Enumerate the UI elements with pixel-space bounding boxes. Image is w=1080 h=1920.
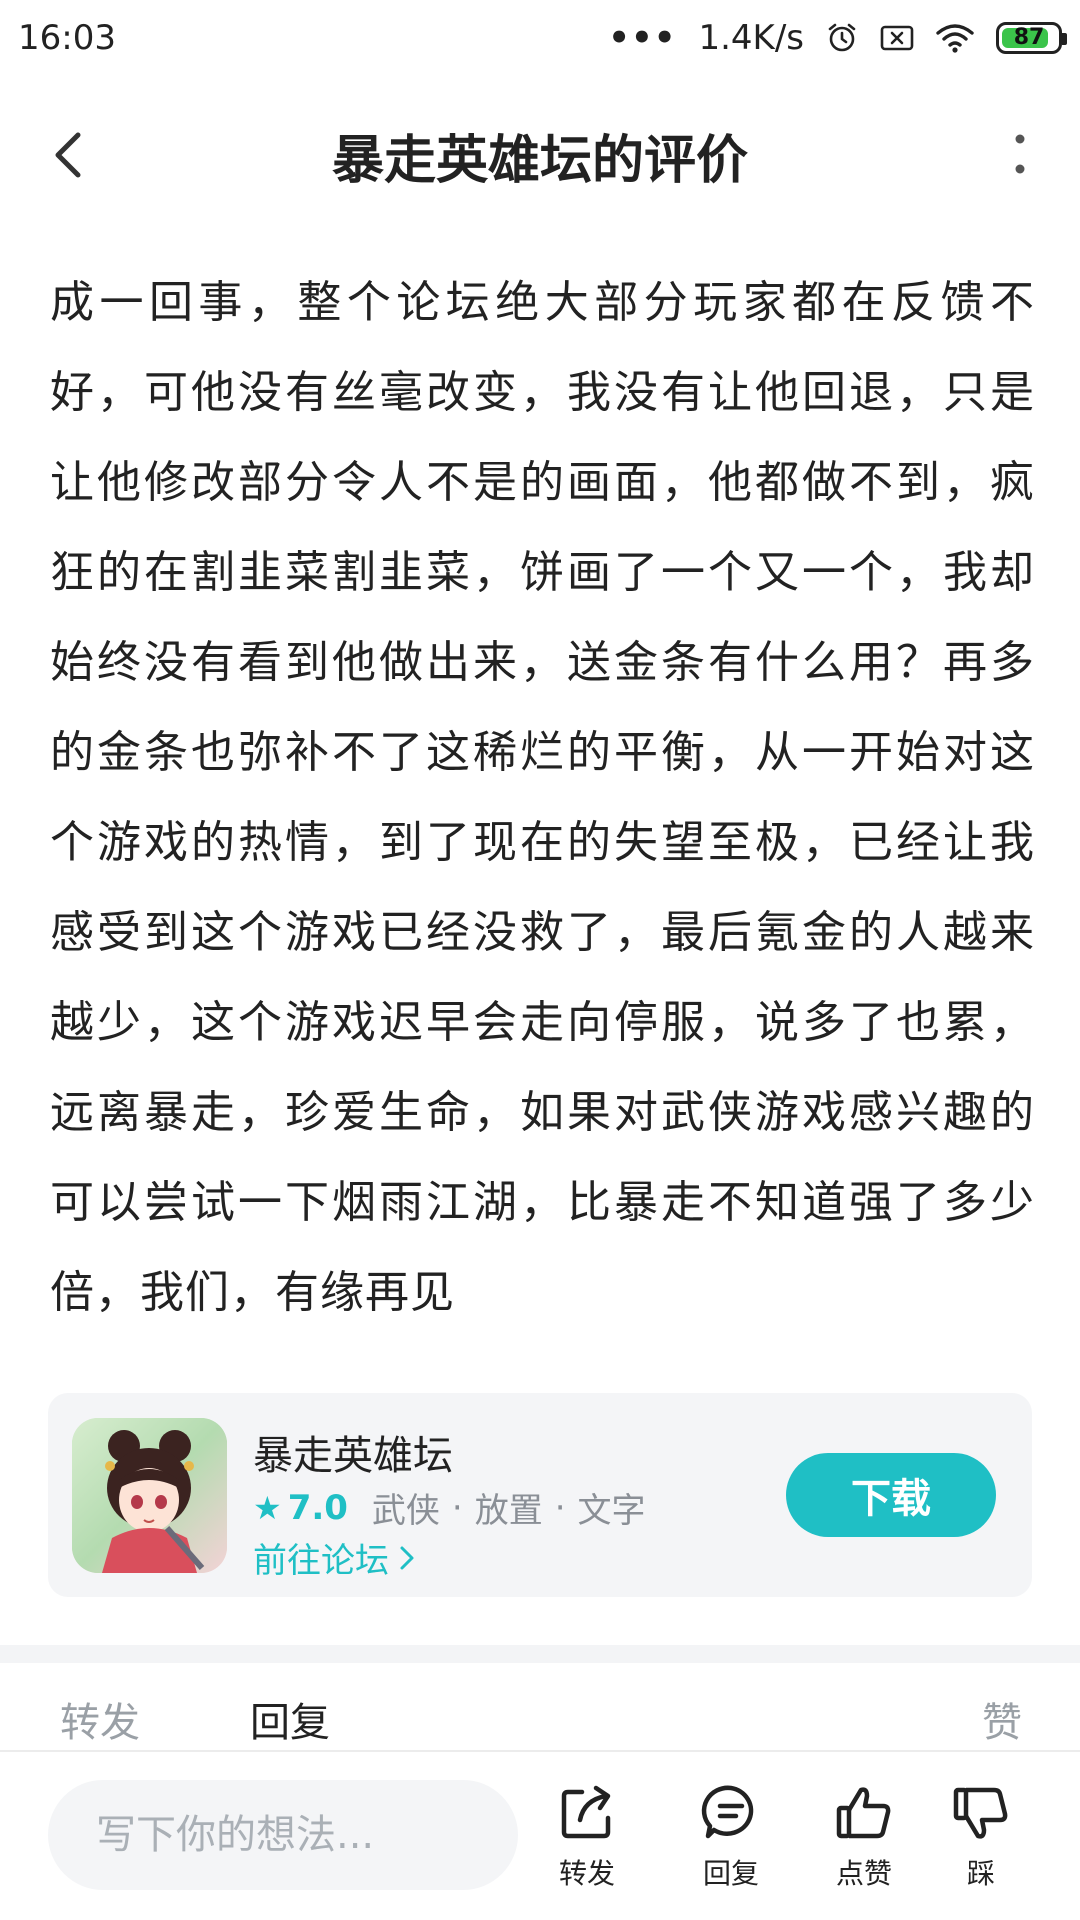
tag-item: 文字 (577, 1491, 646, 1531)
chevron-left-icon[interactable] (40, 125, 100, 185)
more-dots-icon: ••• (608, 17, 677, 58)
dislike-button[interactable]: 踩 (926, 1782, 1036, 1902)
status-time: 16:03 (18, 17, 116, 58)
tab-reply[interactable]: 回复 (250, 1690, 330, 1748)
tab-forward[interactable]: 转发 (60, 1690, 140, 1748)
forum-link-label: 前往论坛 (253, 1541, 389, 1581)
status-icons: ••• 1.4K/s 87 (608, 17, 1067, 58)
alarm-icon (828, 23, 856, 51)
download-button[interactable]: 下载 (786, 1453, 996, 1537)
comment-input[interactable] (48, 1780, 518, 1890)
share-label: 转发 (558, 1857, 615, 1890)
interaction-tabs: 转发 回复 赞 (0, 1690, 1080, 1750)
tag-item: 放置 (474, 1491, 543, 1531)
chevron-right-icon (400, 1546, 414, 1569)
reply-button[interactable]: 回复 (676, 1782, 786, 1902)
app-icon (72, 1418, 227, 1573)
tag-separator: · (451, 1487, 463, 1528)
status-bar: 16:03 ••• 1.4K/s 87 (0, 0, 1080, 75)
rating-row: ★ 7.0 武侠 · 放置 · 文字 (253, 1483, 646, 1532)
share-icon (561, 1785, 611, 1839)
star-icon: ★ (253, 1488, 282, 1527)
like-button[interactable]: 点赞 (809, 1782, 919, 1902)
bottom-action-bar: 转发 回复 点赞 踩 (0, 1752, 1080, 1920)
reply-label: 回复 (702, 1857, 759, 1890)
more-vertical-icon[interactable] (1000, 125, 1040, 185)
share-button[interactable]: 转发 (532, 1782, 642, 1902)
review-page: 16:03 ••• 1.4K/s 87 暴走英雄坛的评价 成一回事，整个论坛绝大… (0, 0, 1080, 1920)
network-speed: 1.4K/s (698, 17, 804, 58)
review-text: 成一回事，整个论坛绝大部分玩家都在反馈不好，可他没有丝毫改变，我没有让他回退，只… (50, 277, 1035, 1318)
like-label: 点赞 (835, 1857, 892, 1890)
dislike-label: 踩 (966, 1857, 995, 1890)
tab-like[interactable]: 赞 (982, 1690, 1022, 1748)
sim-off-icon (880, 25, 914, 50)
page-title: 暴走英雄坛的评价 (331, 130, 748, 191)
battery-percent: 87 (1013, 25, 1045, 50)
thumbs-up-icon (836, 1787, 891, 1839)
comment-icon (701, 1785, 754, 1839)
tag-separator: · (554, 1487, 566, 1528)
app-name: 暴走英雄坛 (253, 1433, 453, 1479)
section-divider (0, 1645, 1080, 1663)
rating-score: 7.0 (287, 1487, 348, 1528)
nav-bar: 暴走英雄坛的评价 (0, 85, 1080, 225)
forum-link[interactable]: 前往论坛 (253, 1533, 417, 1582)
thumbs-down-icon (953, 1787, 1008, 1839)
tag-item: 武侠 (371, 1491, 440, 1531)
app-card[interactable]: 暴走英雄坛 ★ 7.0 武侠 · 放置 · 文字 前往论坛 下载 (48, 1393, 1032, 1597)
wifi-icon (936, 23, 974, 53)
battery-icon: 87 (996, 21, 1067, 54)
